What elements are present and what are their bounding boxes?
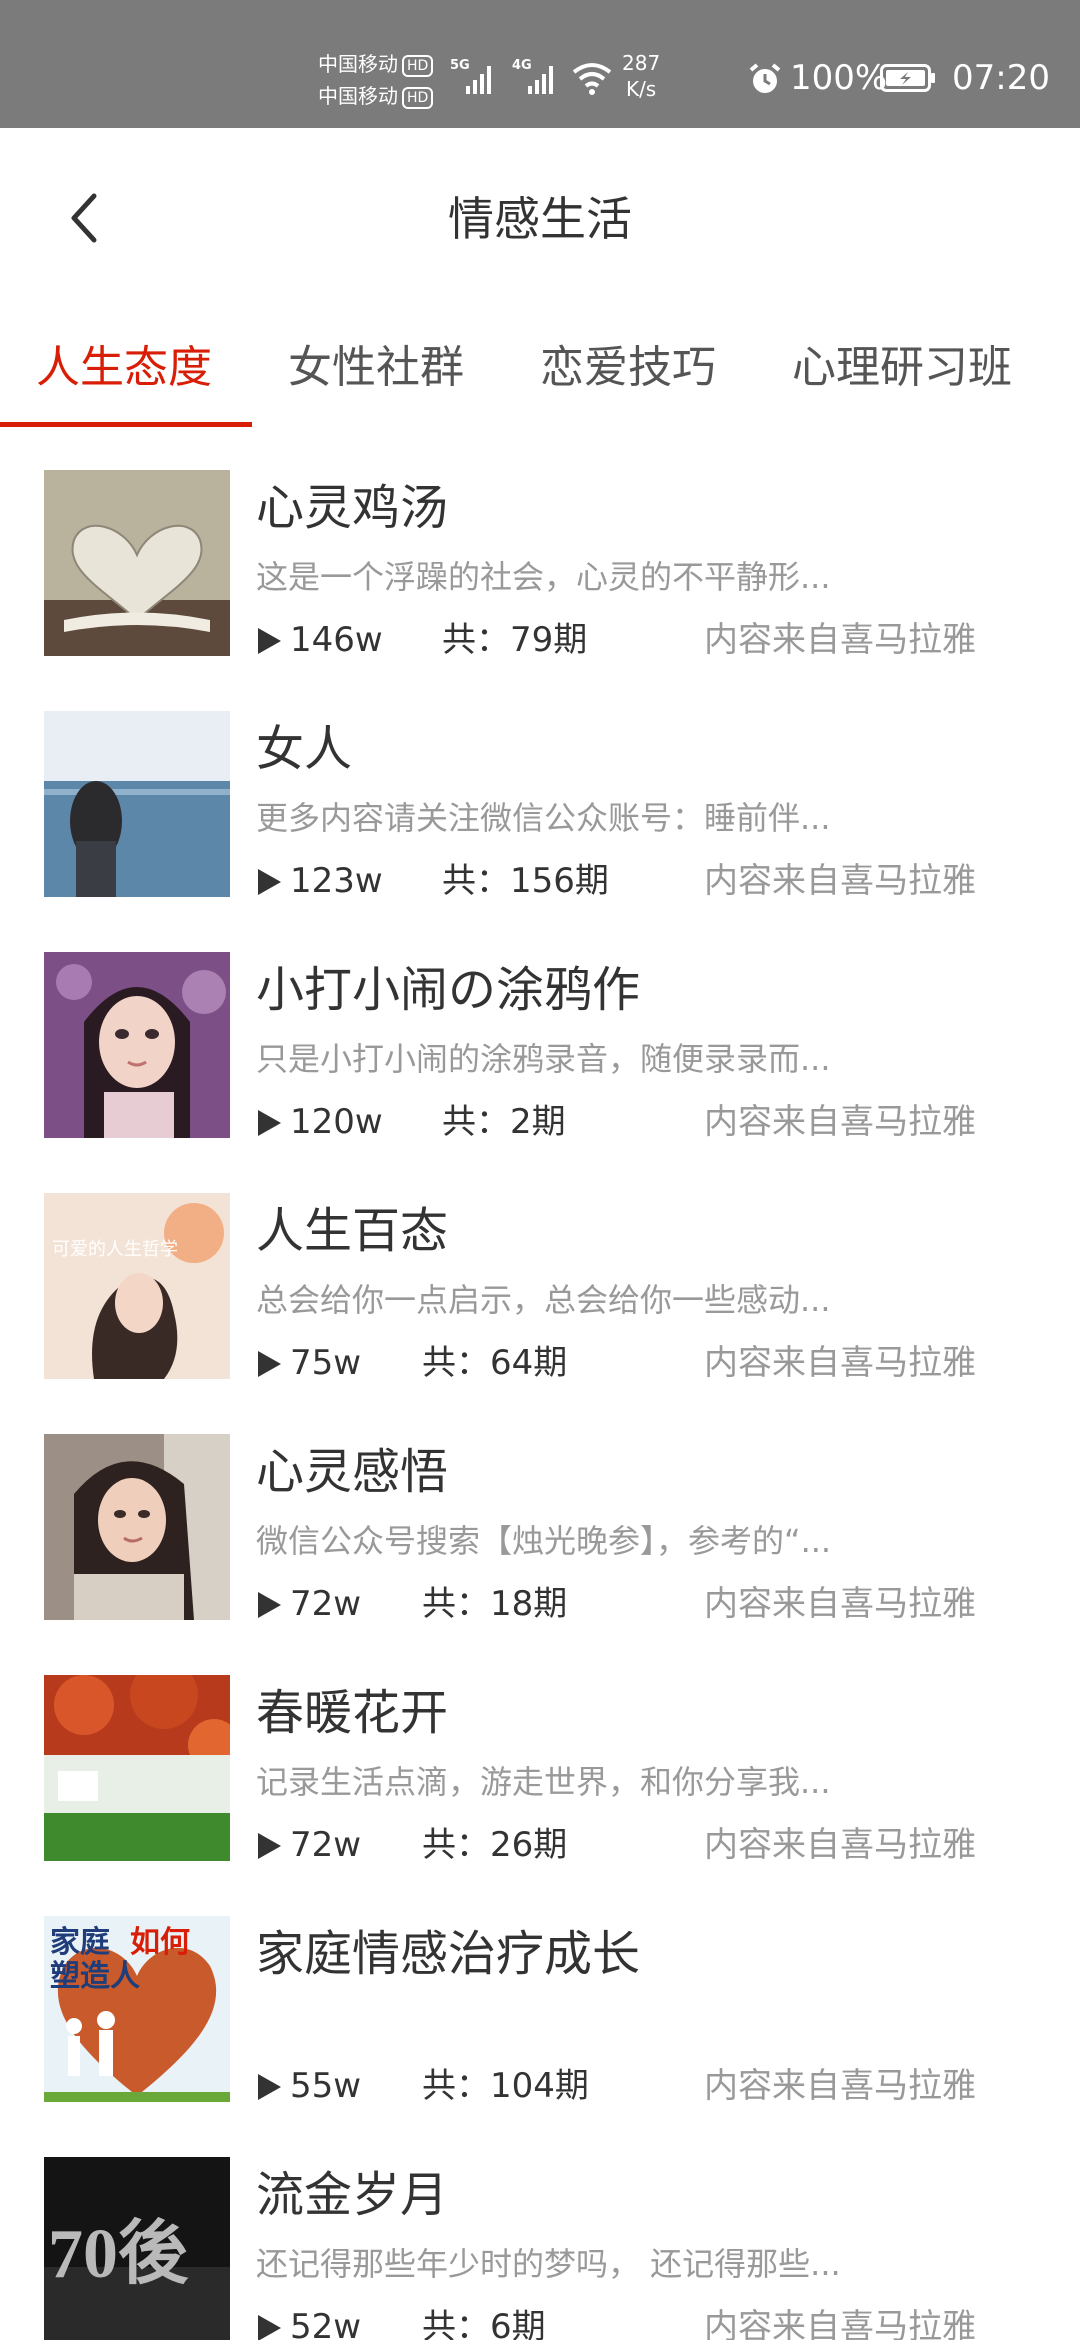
tab-bar: 人生态度 女性社群 恋爱技巧 心理研习班	[0, 312, 1080, 430]
list-item[interactable]: 春暖花开 记录生活点滴，游走世界，和你分享我... 72w 共：26期 内容来自…	[0, 1645, 1080, 1885]
episode-count: 共：18期	[422, 1584, 568, 1624]
status-bar: 中国移动 HD 中国移动 HD 5G 4G 287 K/s 100% 07:20	[0, 0, 1080, 128]
cover-text: 70後	[48, 2215, 189, 2293]
album-cover: 可爱的人生哲学	[44, 1193, 230, 1379]
app-header: 情感生活	[0, 128, 1080, 312]
album-meta: 72w 共：18期 内容来自喜马拉雅	[256, 1582, 996, 1626]
hd-badge: HD	[402, 54, 434, 77]
album-cover	[44, 952, 230, 1138]
list-item[interactable]: 女人 更多内容请关注微信公众账号：睡前伴... 123w 共：156期 内容来自…	[0, 681, 1080, 921]
cover-text: 家庭	[50, 1925, 110, 1960]
album-cover	[44, 470, 230, 656]
album-cover: 家庭 如何 塑造人	[44, 1916, 230, 2102]
hd-badge: HD	[402, 86, 434, 109]
album-description: 总会给你一点启示，总会给你一些感动...	[256, 1281, 831, 1319]
episode-count: 共：26期	[422, 1825, 568, 1865]
album-meta: 72w 共：26期 内容来自喜马拉雅	[256, 1823, 996, 1867]
play-count: 52w	[290, 2307, 362, 2340]
album-meta: 146w 共：79期 内容来自喜马拉雅	[256, 618, 996, 662]
content-source: 内容来自喜马拉雅	[704, 1825, 976, 1865]
carrier-info: 中国移动 HD 中国移动 HD	[318, 48, 434, 112]
speed-value: 287	[622, 51, 661, 75]
carrier-2: 中国移动	[318, 84, 398, 108]
content-source: 内容来自喜马拉雅	[704, 620, 976, 660]
episode-count: 共：79期	[442, 620, 588, 660]
content-source: 内容来自喜马拉雅	[704, 1343, 976, 1383]
album-meta: 120w 共：2期 内容来自喜马拉雅	[256, 1100, 996, 1144]
cover-text: 可爱的人生哲学	[52, 1239, 178, 1259]
album-cover	[44, 711, 230, 897]
cover-text: 塑造人	[50, 1959, 140, 1994]
clock: 07:20	[952, 58, 1050, 98]
play-icon	[258, 869, 281, 895]
speed-unit: K/s	[625, 77, 657, 101]
album-description: 这是一个浮躁的社会，心灵的不平静形...	[256, 558, 831, 596]
play-count: 75w	[290, 1343, 362, 1383]
album-meta: 75w 共：64期 内容来自喜马拉雅	[256, 1341, 996, 1385]
carrier-1: 中国移动	[318, 52, 398, 76]
album-description: 记录生活点滴，游走世界，和你分享我...	[256, 1763, 831, 1801]
play-count: 72w	[290, 1584, 362, 1624]
tab-rensheng-taidu[interactable]: 人生态度	[36, 340, 212, 396]
alarm-icon	[749, 63, 781, 93]
page-title: 情感生活	[448, 192, 632, 246]
wifi-icon	[572, 63, 612, 95]
album-description: 还记得那些年少时的梦吗， 还记得那些...	[256, 2245, 841, 2283]
album-cover	[44, 1434, 230, 1620]
content-source: 内容来自喜马拉雅	[704, 2066, 976, 2106]
album-title: 家庭情感治疗成长	[256, 1926, 641, 1982]
album-title: 人生百态	[256, 1203, 449, 1259]
play-count: 120w	[290, 1102, 383, 1142]
album-title: 小打小闹の涂鸦作	[256, 962, 641, 1018]
play-count: 123w	[290, 861, 383, 901]
album-title: 心灵感悟	[256, 1444, 449, 1500]
album-description: 只是小打小闹的涂鸦录音，随便录录而...	[256, 1040, 831, 1078]
album-title: 流金岁月	[256, 2167, 449, 2223]
episode-count: 共：64期	[422, 1343, 568, 1383]
album-meta: 123w 共：156期 内容来自喜马拉雅	[256, 859, 996, 903]
album-title: 春暖花开	[256, 1685, 449, 1741]
play-icon	[258, 1592, 281, 1618]
content-source: 内容来自喜马拉雅	[704, 2307, 976, 2340]
list-item[interactable]: 心灵鸡汤 这是一个浮躁的社会，心灵的不平静形... 146w 共：79期 内容来…	[0, 440, 1080, 680]
list-item[interactable]: 可爱的人生哲学 人生百态 总会给你一点启示，总会给你一些感动... 75w 共：…	[0, 1163, 1080, 1403]
episode-count: 共：2期	[442, 1102, 566, 1142]
active-tab-indicator	[0, 422, 252, 427]
play-count: 72w	[290, 1825, 362, 1865]
album-meta: 55w 共：104期 内容来自喜马拉雅	[256, 2064, 996, 2108]
album-cover: 70後	[44, 2157, 230, 2340]
episode-count: 共：156期	[442, 861, 609, 901]
battery-charging-icon	[880, 64, 935, 92]
content-source: 内容来自喜马拉雅	[704, 861, 976, 901]
album-description: 微信公众号搜索【烛光晚参】，参考的“...	[256, 1522, 832, 1560]
list-item[interactable]: 70後 流金岁月 还记得那些年少时的梦吗， 还记得那些... 52w 共：6期 …	[0, 2127, 1080, 2340]
list-item[interactable]: 心灵感悟 微信公众号搜索【烛光晚参】，参考的“... 72w 共：18期 内容来…	[0, 1404, 1080, 1644]
cover-text: 如何	[130, 1925, 190, 1960]
album-title: 女人	[256, 721, 353, 777]
play-icon	[258, 1110, 281, 1136]
episode-count: 共：104期	[422, 2066, 589, 2106]
list-item[interactable]: 家庭 如何 塑造人 家庭情感治疗成长 55w 共：104期 内容来自喜马拉雅	[0, 1886, 1080, 2126]
tab-nvxing-shequn[interactable]: 女性社群	[288, 340, 464, 396]
list-item[interactable]: 小打小闹の涂鸦作 只是小打小闹的涂鸦录音，随便录录而... 120w 共：2期 …	[0, 922, 1080, 1162]
play-icon	[258, 2315, 281, 2340]
network-speed: 287 K/s	[622, 50, 660, 102]
tab-xinli-yanxiban[interactable]: 心理研习班	[792, 340, 1012, 396]
battery-percent: 100%	[790, 58, 888, 98]
play-icon	[258, 2074, 281, 2100]
play-count: 146w	[290, 620, 383, 660]
play-icon	[258, 1833, 281, 1859]
play-count: 55w	[290, 2066, 362, 2106]
album-description: 更多内容请关注微信公众账号：睡前伴...	[256, 799, 831, 837]
episode-count: 共：6期	[422, 2307, 546, 2340]
play-icon	[258, 628, 281, 654]
content-source: 内容来自喜马拉雅	[704, 1584, 976, 1624]
album-title: 心灵鸡汤	[256, 480, 449, 536]
album-cover	[44, 1675, 230, 1861]
tab-lianai-jiqiao[interactable]: 恋爱技巧	[540, 340, 716, 396]
album-meta: 52w 共：6期 内容来自喜马拉雅	[256, 2305, 996, 2340]
content-source: 内容来自喜马拉雅	[704, 1102, 976, 1142]
play-icon	[258, 1351, 281, 1377]
